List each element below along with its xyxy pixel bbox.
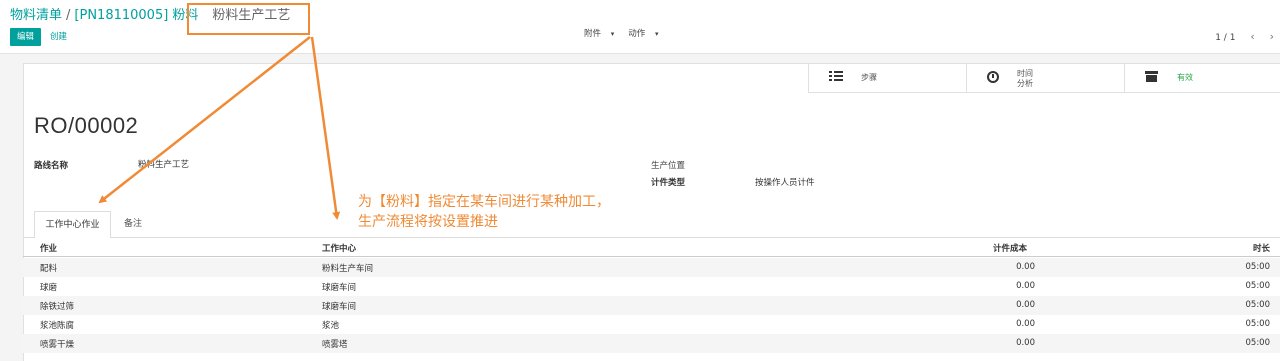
active-label: 有效 bbox=[1177, 73, 1193, 82]
attachments-dropdown[interactable]: 附件 ▾ bbox=[584, 29, 621, 39]
steps-label: 步骤 bbox=[861, 73, 877, 82]
attachments-label: 附件 bbox=[584, 29, 602, 39]
column-workcenter[interactable]: 工作中心 bbox=[322, 242, 356, 254]
operation-cell: 浆池陈腐 bbox=[40, 321, 75, 331]
table-row[interactable]: 球磨 球磨车间 0.00 05:00 bbox=[23, 277, 1280, 296]
location-label: 生产位置 bbox=[651, 161, 686, 171]
workcenter-cell: 浆池 bbox=[322, 321, 340, 331]
table-row[interactable]: 配料 粉料生产车间 0.00 05:00 bbox=[23, 258, 1280, 277]
caret-down-icon: ▾ bbox=[654, 30, 659, 38]
annotation-line-1: 为【粉料】指定在某车间进行某种加工， bbox=[358, 194, 610, 210]
time-label: 时间 bbox=[1017, 69, 1033, 78]
annotation-highlight-box bbox=[187, 3, 310, 35]
archive-icon bbox=[1145, 71, 1158, 86]
pager-prev-icon[interactable]: ‹ bbox=[1250, 30, 1254, 43]
duration-cell: 05:00 bbox=[1245, 281, 1271, 291]
annotation-line-2: 生产流程将按设置推进 bbox=[358, 214, 498, 230]
pager: 1 / 1 ‹ › bbox=[1215, 30, 1274, 43]
table-row[interactable]: 浆池陈腐 浆池 0.00 05:00 bbox=[23, 315, 1280, 334]
sidebar-menus: 附件 ▾ 动作 ▾ bbox=[584, 28, 672, 40]
duration-cell: 05:00 bbox=[1245, 262, 1271, 272]
workcenter-cell: 粉料生产车间 bbox=[322, 264, 374, 274]
column-operation[interactable]: 作业 bbox=[40, 242, 57, 254]
list-icon bbox=[829, 71, 843, 86]
breadcrumb-product-link[interactable]: [PN18110005] 粉料 bbox=[74, 8, 198, 23]
piece-cost-cell: 0.00 bbox=[1016, 262, 1035, 272]
record-title: RO/00002 bbox=[34, 113, 139, 138]
table-header: 作业 工作中心 计件成本 时长 bbox=[23, 240, 1280, 257]
action-dropdown[interactable]: 动作 ▾ bbox=[628, 29, 665, 39]
workcenter-cell: 球磨车间 bbox=[322, 283, 357, 293]
pager-value[interactable]: 1 / 1 bbox=[1215, 33, 1235, 43]
route-name-label: 路线名称 bbox=[34, 161, 69, 171]
breadcrumb-bom-link[interactable]: 物料清单 bbox=[10, 8, 62, 23]
time-analysis-label: 时间 分析 bbox=[1017, 69, 1033, 88]
duration-cell: 05:00 bbox=[1245, 338, 1271, 348]
annotation-note: 为【粉料】指定在某车间进行某种加工， 生产流程将按设置推进 bbox=[358, 192, 610, 232]
tab-workcenter-operations[interactable]: 工作中心作业 bbox=[34, 211, 111, 238]
route-name-value: 粉料生产工艺 bbox=[138, 160, 190, 170]
duration-cell: 05:00 bbox=[1245, 300, 1271, 310]
operation-cell: 球磨 bbox=[40, 283, 58, 293]
steps-button[interactable]: 步骤 bbox=[808, 63, 966, 93]
duration-cell: 05:00 bbox=[1245, 319, 1271, 329]
table-row[interactable]: 除铁过筛 球磨车间 0.00 05:00 bbox=[23, 296, 1280, 315]
piece-cost-cell: 0.00 bbox=[1016, 338, 1035, 348]
piece-cost-cell: 0.00 bbox=[1016, 281, 1035, 291]
tab-notes[interactable]: 备注 bbox=[114, 211, 152, 238]
count-type-label: 计件类型 bbox=[651, 178, 686, 188]
pager-next-icon[interactable]: › bbox=[1270, 30, 1274, 43]
piece-cost-cell: 0.00 bbox=[1016, 300, 1035, 310]
edit-button[interactable]: 编辑 bbox=[10, 28, 42, 46]
button-box: 步骤 时间 分析 有效 bbox=[808, 63, 1280, 93]
operation-cell: 除铁过筛 bbox=[40, 302, 75, 312]
operation-cell: 配料 bbox=[40, 264, 58, 274]
create-button[interactable]: 创建 bbox=[50, 28, 67, 46]
time-analysis-button[interactable]: 时间 分析 bbox=[966, 63, 1124, 93]
clock-icon bbox=[987, 71, 999, 87]
caret-down-icon: ▾ bbox=[610, 30, 615, 38]
column-duration[interactable]: 时长 bbox=[1253, 242, 1270, 254]
workcenter-cell: 球磨车间 bbox=[322, 302, 357, 312]
table-row[interactable]: 喷雾干燥 喷雾塔 0.00 05:00 bbox=[23, 334, 1280, 353]
count-type-value: 按操作人员计件 bbox=[755, 178, 815, 188]
action-label: 动作 bbox=[628, 29, 646, 39]
active-toggle-button[interactable]: 有效 bbox=[1124, 63, 1280, 93]
tabs-divider bbox=[23, 237, 1280, 238]
workcenter-cell: 喷雾塔 bbox=[322, 340, 348, 350]
piece-cost-cell: 0.00 bbox=[1016, 319, 1035, 329]
operation-cell: 喷雾干燥 bbox=[40, 340, 75, 350]
column-piece-cost[interactable]: 计件成本 bbox=[993, 242, 1027, 254]
analysis-label: 分析 bbox=[1017, 78, 1033, 88]
breadcrumb-separator: / bbox=[66, 8, 71, 23]
